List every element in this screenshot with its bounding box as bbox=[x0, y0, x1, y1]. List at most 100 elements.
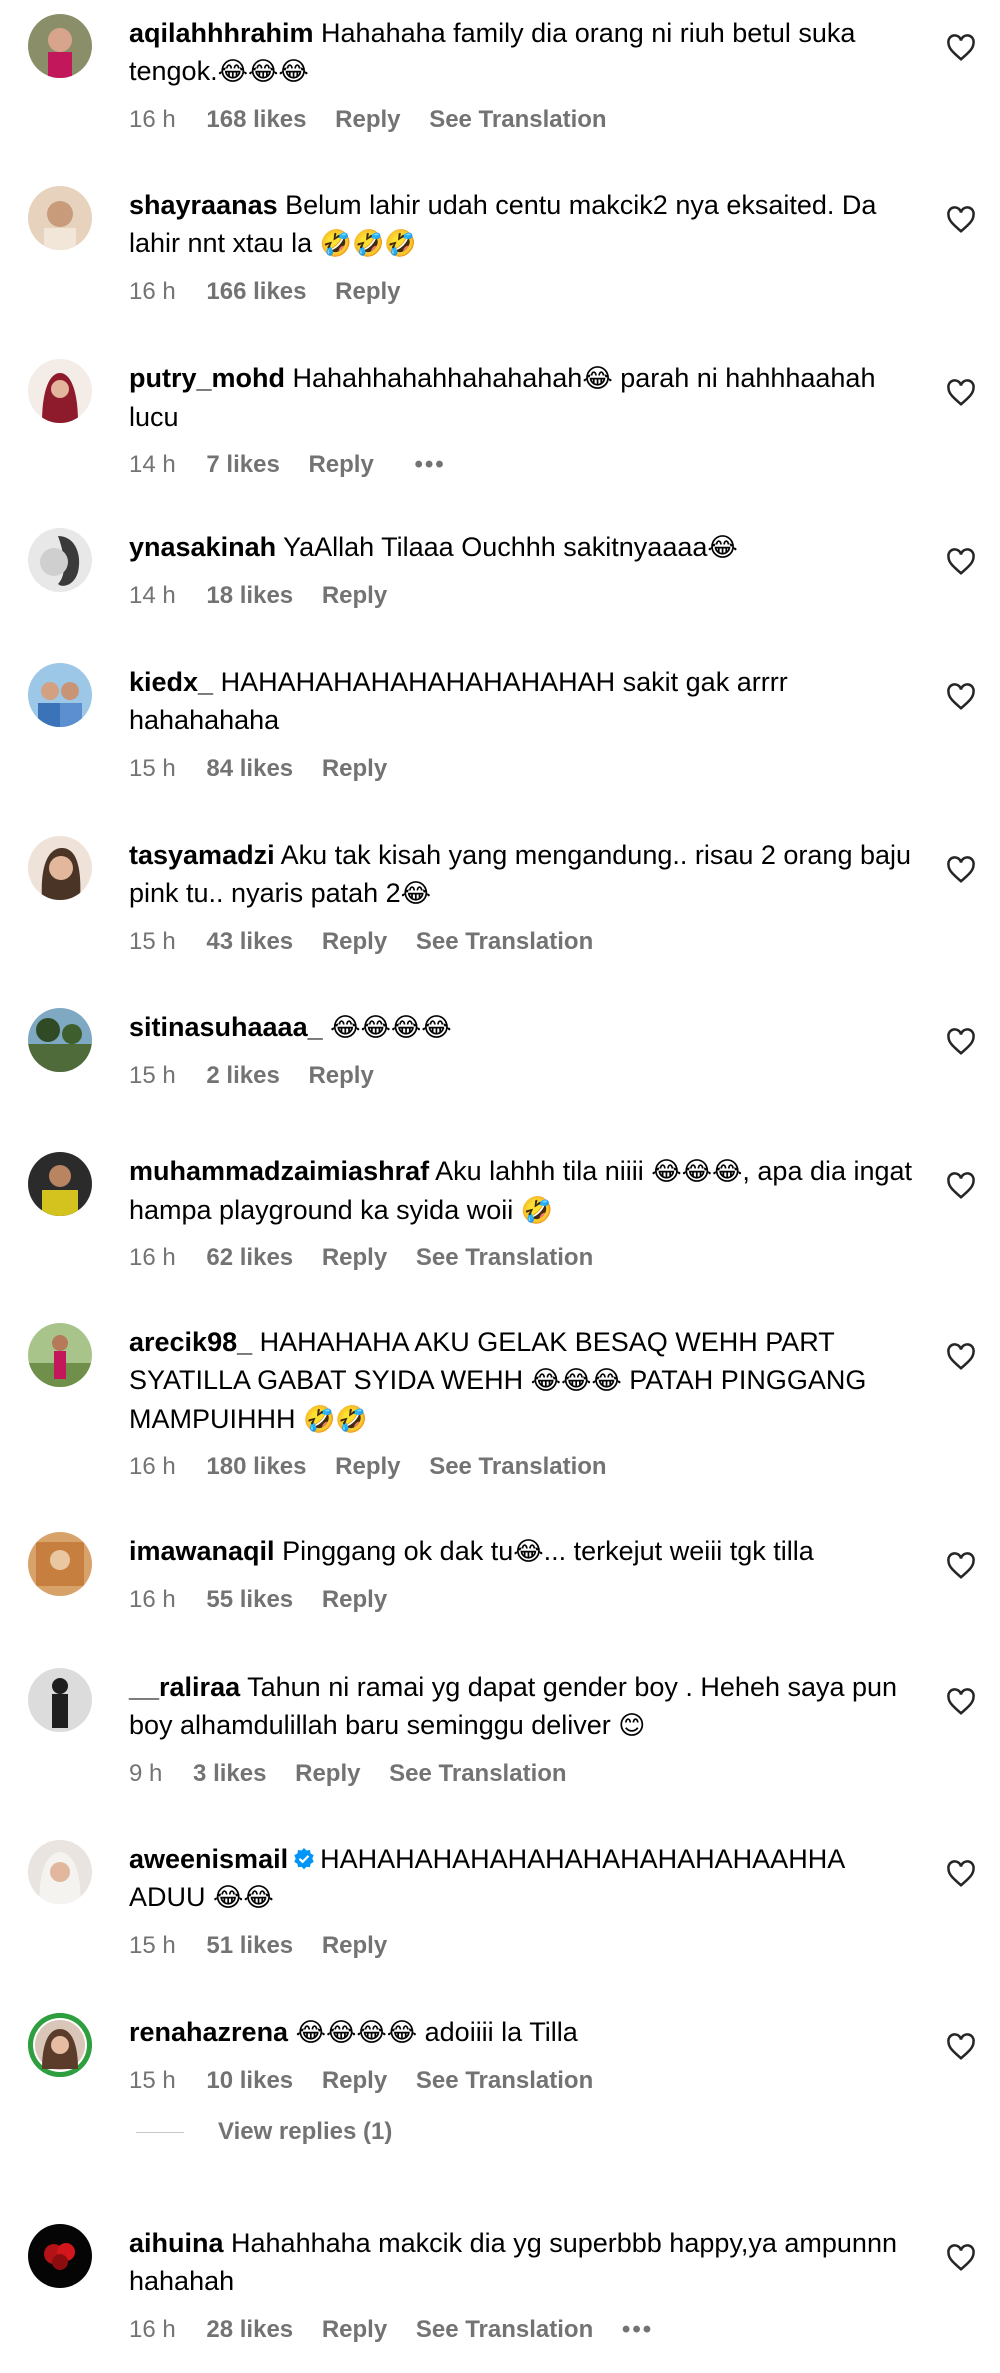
more-options-icon[interactable]: ••• bbox=[622, 2316, 653, 2343]
see-translation-button[interactable]: See Translation bbox=[416, 2316, 593, 2343]
emoji: 😂😂😂😂 bbox=[330, 1013, 452, 1043]
heart-icon[interactable] bbox=[946, 548, 976, 576]
avatar[interactable] bbox=[28, 1840, 92, 1904]
timestamp: 16 h bbox=[129, 278, 176, 305]
avatar[interactable] bbox=[28, 1323, 92, 1387]
comment-meta: 15 h 2 likes Reply bbox=[129, 1062, 396, 1090]
heart-icon[interactable] bbox=[946, 1688, 976, 1716]
username[interactable]: tasyamadzi bbox=[129, 840, 275, 870]
reply-button[interactable]: Reply bbox=[322, 928, 387, 955]
comment-meta: 9 h 3 likes Reply See Translation bbox=[129, 1760, 589, 1788]
avatar[interactable] bbox=[28, 1668, 92, 1732]
username[interactable]: putry_mohd bbox=[129, 363, 285, 393]
username[interactable]: arecik98_ bbox=[129, 1327, 252, 1357]
reply-button[interactable]: Reply bbox=[322, 1244, 387, 1271]
avatar[interactable] bbox=[28, 1532, 92, 1596]
likes-count[interactable]: 166 likes bbox=[206, 278, 306, 305]
likes-count[interactable]: 10 likes bbox=[206, 2067, 293, 2094]
see-translation-button[interactable]: See Translation bbox=[416, 1244, 593, 1271]
heart-icon[interactable] bbox=[946, 379, 976, 407]
avatar[interactable] bbox=[28, 1008, 92, 1072]
emoji: 😂😂😂😂 bbox=[295, 2018, 418, 2048]
heart-icon[interactable] bbox=[946, 2244, 976, 2272]
likes-count[interactable]: 18 likes bbox=[206, 582, 293, 609]
likes-count[interactable]: 2 likes bbox=[206, 1062, 279, 1089]
timestamp: 15 h bbox=[129, 928, 176, 955]
reply-button[interactable]: Reply bbox=[322, 755, 387, 782]
heart-icon[interactable] bbox=[946, 2033, 976, 2061]
reply-button[interactable]: Reply bbox=[322, 1586, 387, 1613]
avatar[interactable] bbox=[28, 14, 92, 78]
avatar[interactable] bbox=[28, 2224, 92, 2288]
see-translation-button[interactable]: See Translation bbox=[429, 106, 606, 133]
comment-body: renahazrena 😂😂😂😂 adoiiii la Tilla bbox=[129, 2013, 919, 2052]
avatar[interactable] bbox=[28, 663, 92, 727]
likes-count[interactable]: 62 likes bbox=[206, 1244, 293, 1271]
username[interactable]: aihuina bbox=[129, 2228, 224, 2258]
heart-icon[interactable] bbox=[946, 1172, 976, 1200]
heart-icon[interactable] bbox=[946, 683, 976, 711]
comment-meta: 16 h 168 likes Reply See Translation bbox=[129, 106, 629, 134]
avatar[interactable] bbox=[28, 528, 92, 592]
likes-count[interactable]: 55 likes bbox=[206, 1586, 293, 1613]
see-translation-button[interactable]: See Translation bbox=[389, 1760, 566, 1787]
likes-count[interactable]: 28 likes bbox=[206, 2316, 293, 2343]
likes-count[interactable]: 3 likes bbox=[193, 1760, 266, 1787]
comment-body: ynasakinah YaAllah Tilaaa Ouchhh sakitny… bbox=[129, 528, 919, 567]
reply-button[interactable]: Reply bbox=[295, 1760, 360, 1787]
timestamp: 15 h bbox=[129, 1932, 176, 1959]
username[interactable]: imawanaqil bbox=[129, 1536, 275, 1566]
reply-button[interactable]: Reply bbox=[308, 451, 373, 478]
likes-count[interactable]: 7 likes bbox=[206, 451, 279, 478]
reply-button[interactable]: Reply bbox=[322, 1932, 387, 1959]
likes-count[interactable]: 43 likes bbox=[206, 928, 293, 955]
comment-body: kiedx_ HAHAHAHAHAHAHAHAHAHAH sakit gak a… bbox=[129, 663, 919, 739]
timestamp: 15 h bbox=[129, 755, 176, 782]
heart-icon[interactable] bbox=[946, 1552, 976, 1580]
comment-body: muhammadzaimiashraf Aku lahhh tila niiii… bbox=[129, 1152, 919, 1230]
view-replies-button[interactable]: View replies (1) bbox=[136, 2118, 392, 2146]
heart-icon[interactable] bbox=[946, 856, 976, 884]
timestamp: 15 h bbox=[129, 2067, 176, 2094]
heart-icon[interactable] bbox=[946, 206, 976, 234]
reply-button[interactable]: Reply bbox=[335, 278, 400, 305]
username[interactable]: aweenismail bbox=[129, 1844, 288, 1874]
username[interactable]: renahazrena bbox=[129, 2017, 288, 2047]
heart-icon[interactable] bbox=[946, 1343, 976, 1371]
username[interactable]: sitinasuhaaaa_ bbox=[129, 1012, 323, 1042]
avatar[interactable] bbox=[28, 1152, 92, 1216]
see-translation-button[interactable]: See Translation bbox=[429, 1453, 606, 1480]
more-options-icon[interactable]: ••• bbox=[415, 451, 446, 478]
reply-button[interactable]: Reply bbox=[335, 106, 400, 133]
username[interactable]: aqilahhhrahim bbox=[129, 18, 314, 48]
comment-body: imawanaqil Pinggang ok dak tu😂... terkej… bbox=[129, 1532, 919, 1571]
reply-button[interactable]: Reply bbox=[308, 1062, 373, 1089]
avatar[interactable] bbox=[28, 359, 92, 423]
likes-count[interactable]: 84 likes bbox=[206, 755, 293, 782]
likes-count[interactable]: 168 likes bbox=[206, 106, 306, 133]
likes-count[interactable]: 180 likes bbox=[206, 1453, 306, 1480]
avatar[interactable] bbox=[28, 2013, 92, 2077]
username[interactable]: shayraanas bbox=[129, 190, 278, 220]
username[interactable]: muhammadzaimiashraf bbox=[129, 1156, 429, 1186]
emoji: 😂😂😂 bbox=[651, 1157, 743, 1187]
username[interactable]: __raliraa bbox=[129, 1672, 240, 1702]
avatar[interactable] bbox=[28, 186, 92, 250]
heart-icon[interactable] bbox=[946, 34, 976, 62]
reply-button[interactable]: Reply bbox=[335, 1453, 400, 1480]
heart-icon[interactable] bbox=[946, 1860, 976, 1888]
reply-button[interactable]: Reply bbox=[322, 2316, 387, 2343]
reply-button[interactable]: Reply bbox=[322, 582, 387, 609]
username[interactable]: ynasakinah bbox=[129, 532, 276, 562]
likes-count[interactable]: 51 likes bbox=[206, 1932, 293, 1959]
see-translation-button[interactable]: See Translation bbox=[416, 2067, 593, 2094]
emoji: 😂 bbox=[513, 1537, 544, 1567]
comment-text: HAHAHAHAHAHAHAHAHAHAH sakit gak arrrr ha… bbox=[129, 667, 788, 735]
avatar[interactable] bbox=[28, 836, 92, 900]
username[interactable]: kiedx_ bbox=[129, 667, 213, 697]
reply-button[interactable]: Reply bbox=[322, 2067, 387, 2094]
comment-meta: 15 h 43 likes Reply See Translation bbox=[129, 928, 615, 956]
comment-text-continued: ... terkejut weiii tgk tilla bbox=[543, 1536, 814, 1566]
heart-icon[interactable] bbox=[946, 1028, 976, 1056]
see-translation-button[interactable]: See Translation bbox=[416, 928, 593, 955]
